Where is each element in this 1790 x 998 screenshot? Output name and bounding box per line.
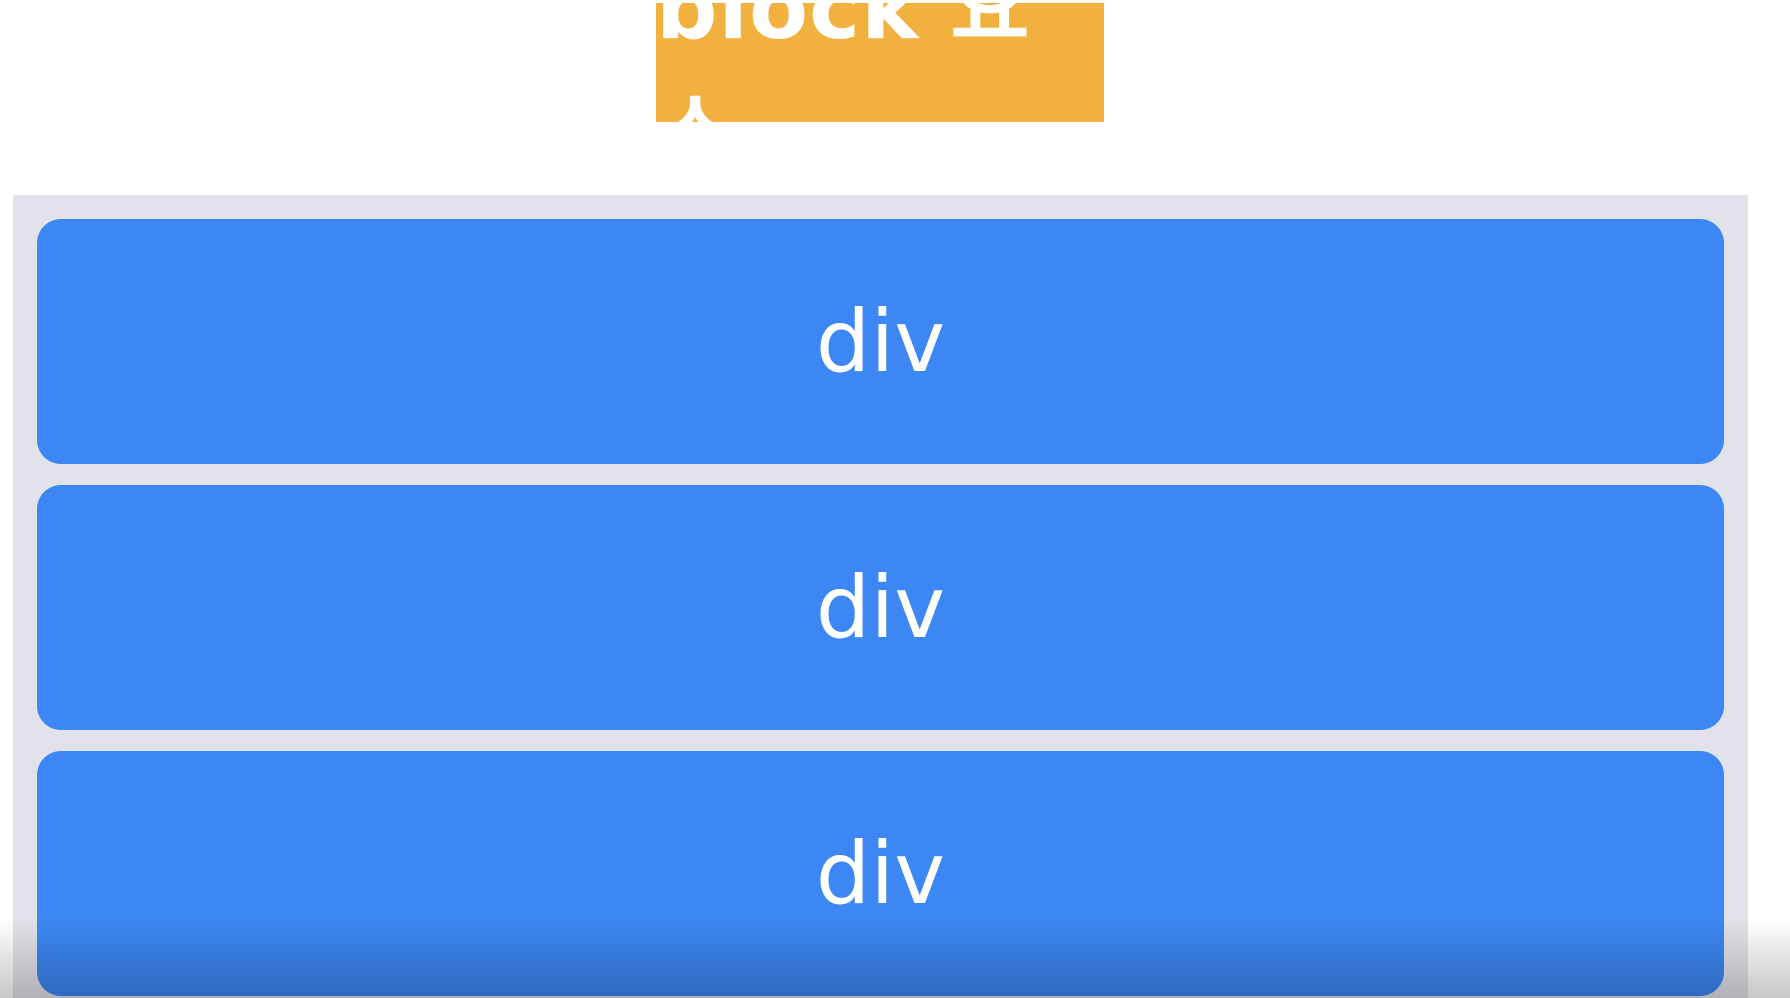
block-container: div div div: [13, 195, 1748, 998]
diagram-stage: block 요소 div div div: [0, 0, 1790, 998]
div-block-2: div: [37, 485, 1724, 730]
title-badge: block 요소: [656, 0, 1104, 184]
div-block-1: div: [37, 219, 1724, 464]
div-block-3: div: [37, 751, 1724, 996]
